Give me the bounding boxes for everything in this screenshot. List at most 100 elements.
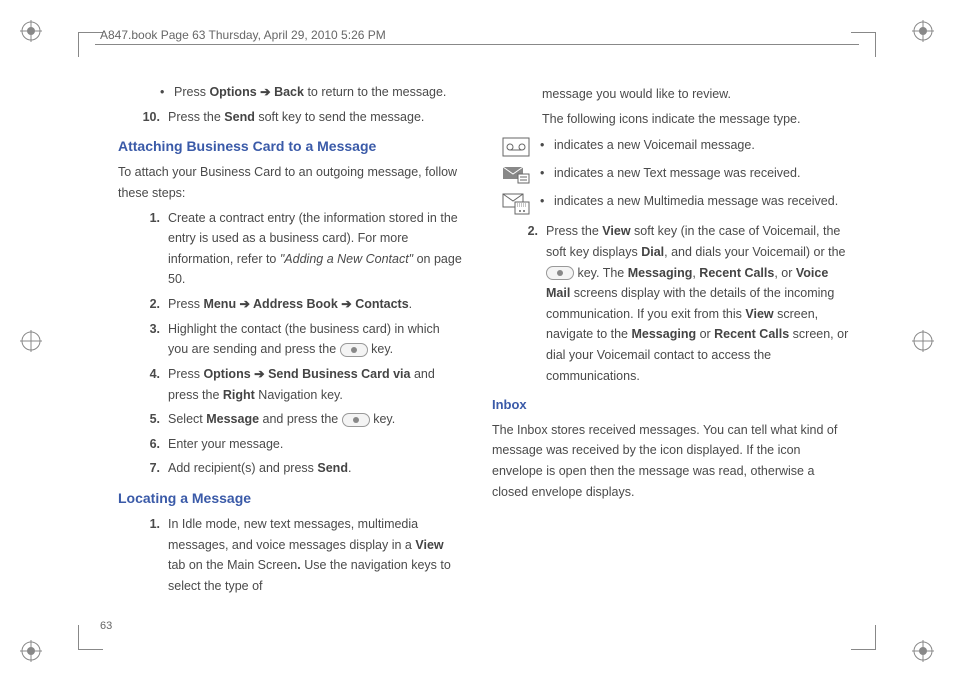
step-text: Select Message and press the key.: [168, 409, 462, 430]
text: key.: [370, 412, 395, 426]
bullet-text: Press Options ➔ Back to return to the me…: [174, 82, 462, 103]
step-number: 1.: [132, 514, 168, 597]
step-text: Create a contract entry (the information…: [168, 208, 462, 291]
text: Press: [168, 297, 203, 311]
step-number: 2.: [132, 294, 168, 315]
ok-key-icon: [342, 413, 370, 427]
paragraph: The Inbox stores received messages. You …: [492, 420, 854, 503]
step-6: 6. Enter your message.: [132, 434, 462, 455]
bold-text: Send: [317, 461, 348, 475]
bold-text: Recent Calls: [699, 266, 774, 280]
step-text: Press Options ➔ Send Business Card via a…: [168, 364, 462, 405]
heading-inbox: Inbox: [492, 394, 854, 415]
ok-key-icon: [546, 266, 574, 280]
text: or: [696, 327, 714, 341]
text: indicates a new Voicemail message.: [554, 135, 755, 157]
step-number: 2.: [510, 221, 546, 386]
page-number: 63: [100, 620, 112, 632]
text: , and dials your Voicemail) or the: [664, 245, 845, 259]
italic-text: "Adding a New Contact": [280, 252, 413, 266]
multimedia-message-icon: [492, 191, 540, 215]
bullet-dot: •: [540, 163, 554, 185]
registration-mark-icon: [20, 20, 42, 42]
icon-row-voicemail: • indicates a new Voicemail message.: [492, 135, 854, 157]
text: key. The: [574, 266, 628, 280]
step-number: 5.: [132, 409, 168, 430]
text: Add recipient(s) and press: [168, 461, 317, 475]
bold-text: Dial: [641, 245, 664, 259]
icon-description: • indicates a new Multimedia message was…: [540, 191, 854, 215]
step-4: 4. Press Options ➔ Send Business Card vi…: [132, 364, 462, 405]
right-column: message you would like to review. The fo…: [492, 80, 854, 622]
heading-locating-message: Locating a Message: [118, 487, 462, 510]
locate-step-1: 1. In Idle mode, new text messages, mult…: [132, 514, 462, 597]
text: Press the: [546, 224, 602, 238]
bullet-dot: •: [540, 135, 554, 157]
text: .: [348, 461, 351, 475]
text: to return to the message.: [304, 85, 446, 99]
bullet-item: • Press Options ➔ Back to return to the …: [160, 82, 462, 103]
text: Press the: [168, 110, 224, 124]
bullet-dot: •: [160, 82, 174, 103]
step-10: 10. Press the Send soft key to send the …: [132, 107, 462, 128]
bold-text: View: [415, 538, 443, 552]
paragraph: To attach your Business Card to an outgo…: [118, 162, 462, 203]
icon-description: • indicates a new Voicemail message.: [540, 135, 854, 157]
registration-mark-icon: [20, 330, 42, 352]
bold-text: View: [745, 307, 773, 321]
step-text: In Idle mode, new text messages, multime…: [168, 514, 462, 597]
step-number: 10.: [132, 107, 168, 128]
header-text: A847.book Page 63 Thursday, April 29, 20…: [100, 28, 386, 42]
content-area: • Press Options ➔ Back to return to the …: [100, 80, 854, 622]
step-3: 3. Highlight the contact (the business c…: [132, 319, 462, 360]
bold-text: View: [602, 224, 630, 238]
step-number: 6.: [132, 434, 168, 455]
icon-row-multimedia-message: • indicates a new Multimedia message was…: [492, 191, 854, 215]
step-2: 2. Press Menu ➔ Address Book ➔ Contacts.: [132, 294, 462, 315]
icon-row-text-message: • indicates a new Text message was recei…: [492, 163, 854, 185]
text: soft key to send the message.: [255, 110, 425, 124]
bold-text: Messaging: [631, 327, 696, 341]
text: indicates a new Multimedia message was r…: [554, 191, 838, 215]
text: indicates a new Text message was receive…: [554, 163, 800, 185]
text-message-icon: [492, 163, 540, 185]
continued-text: message you would like to review.: [542, 84, 854, 105]
text: tab on the Main Screen: [168, 558, 297, 572]
right-step-2: 2. Press the View soft key (in the case …: [510, 221, 854, 386]
step-text: Add recipient(s) and press Send.: [168, 458, 462, 479]
text: Select: [168, 412, 206, 426]
step-1: 1. Create a contract entry (the informat…: [132, 208, 462, 291]
step-text: Highlight the contact (the business card…: [168, 319, 462, 360]
cropmark-icon: [851, 625, 876, 650]
heading-attaching-business-card: Attaching Business Card to a Message: [118, 135, 462, 158]
text: Navigation key.: [255, 388, 343, 402]
bold-text: Menu ➔ Address Book ➔ Contacts: [203, 297, 408, 311]
registration-mark-icon: [20, 640, 42, 662]
step-number: 3.: [132, 319, 168, 360]
icon-description: • indicates a new Text message was recei…: [540, 163, 854, 185]
bullet-dot: •: [540, 191, 554, 215]
registration-mark-icon: [912, 640, 934, 662]
text: Press: [174, 85, 209, 99]
step-text: Press the View soft key (in the case of …: [546, 221, 854, 386]
text: Highlight the contact (the business card…: [168, 322, 440, 357]
text: .: [409, 297, 412, 311]
text: key.: [368, 342, 393, 356]
bold-text: Options ➔ Back: [209, 85, 304, 99]
bold-text: Recent Calls: [714, 327, 789, 341]
bold-text: Right: [223, 388, 255, 402]
step-7: 7. Add recipient(s) and press Send.: [132, 458, 462, 479]
bold-text: Send: [224, 110, 255, 124]
step-number: 7.: [132, 458, 168, 479]
step-text: Press Menu ➔ Address Book ➔ Contacts.: [168, 294, 462, 315]
left-column: • Press Options ➔ Back to return to the …: [100, 80, 462, 622]
bold-text: Messaging: [628, 266, 693, 280]
text: Press: [168, 367, 203, 381]
text: and press the: [259, 412, 342, 426]
bold-text: Options ➔ Send Business Card via: [203, 367, 410, 381]
registration-mark-icon: [912, 330, 934, 352]
voicemail-icon: [492, 135, 540, 157]
step-5: 5. Select Message and press the key.: [132, 409, 462, 430]
ok-key-icon: [340, 343, 368, 357]
header-rule: [95, 44, 859, 45]
